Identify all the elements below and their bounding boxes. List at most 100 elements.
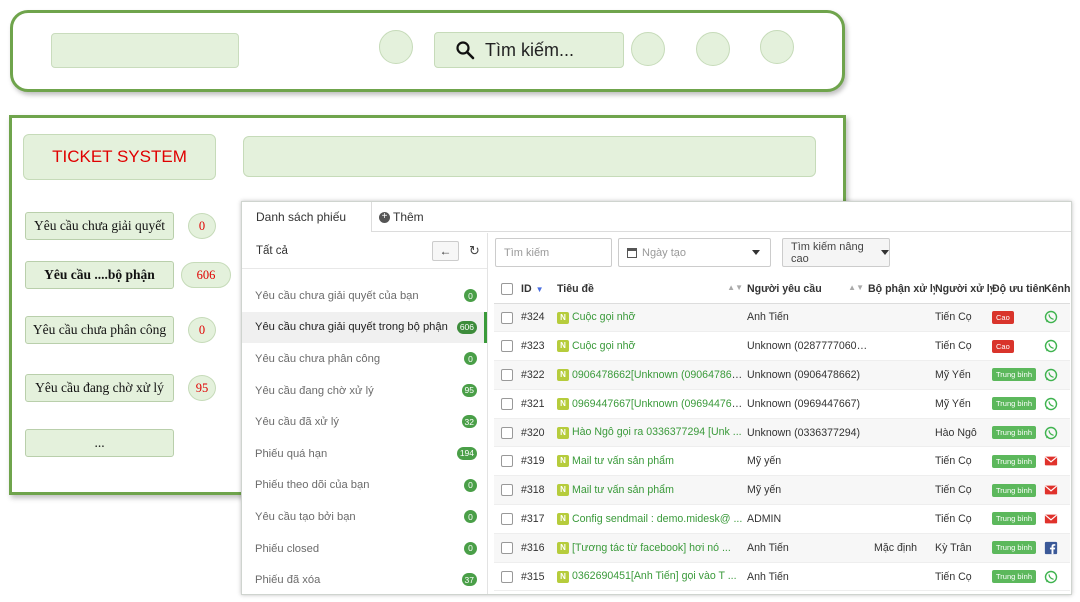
toolbar-placeholder [243,136,816,177]
back-button[interactable]: ← [432,241,459,261]
tab-ticket-list[interactable]: Danh sách phiếu [242,202,372,232]
mock-item-pending[interactable]: Yêu cầu đang chờ xử lý [25,374,174,402]
search-label: Tìm kiếm... [485,39,574,60]
priority-cell: Trung bình [992,562,1044,592]
select-all-checkbox[interactable] [494,275,521,304]
row-checkbox[interactable] [494,331,521,362]
sidebar-nav-item[interactable]: Yêu cầu chưa giải quyết trong bộ phận 606 [242,311,487,344]
table-row[interactable]: #317 N Config sendmail : demo.midesk@ ... A… [494,504,1070,534]
ticket-title-link[interactable]: Hào Ngô gọi ra 0336377294 [Unk ... [572,426,742,438]
ticket-title-link[interactable]: 0906478662[Unknown (0906478662 ... [572,369,747,381]
sidebar-nav-item[interactable]: Yêu cầu chưa giải quyết của bạn 0 [242,280,487,312]
row-checkbox[interactable] [494,533,521,563]
date-created-select[interactable]: Ngày tạo [618,238,771,267]
column-header-id[interactable]: ID ▼ [521,275,557,304]
header-icon-placeholder[interactable] [760,30,794,64]
sidebar-nav-item[interactable]: Phiếu theo dõi của bạn 0 [242,470,487,502]
whatsapp-icon [1044,339,1058,353]
ticket-department [868,562,935,592]
sidebar-nav-item[interactable]: Phiếu quá hạn 194 [242,438,487,470]
column-header-channel[interactable]: Kênh [1044,275,1070,304]
count-badge: 606 [456,320,477,334]
table-row[interactable]: #321 N 0969447667[Unknown (0969447667 ... U… [494,389,1070,419]
column-header-requester[interactable]: Người yêu cầu ▲▼ [747,275,868,304]
ticket-title-cell[interactable]: N Hào Ngô gọi ra 0336377294 [Unk ... [557,418,747,448]
ticket-department [868,303,935,333]
mock-item-unassigned[interactable]: Yêu cầu chưa phân công [25,316,174,344]
filter-bar: Tìm kiếm Ngày tạo Tìm kiếm nâng cao [495,238,1065,268]
mock-item-department[interactable]: Yêu cầu ....bộ phận [25,261,174,289]
priority-badge: Trung bình [992,368,1036,382]
ticket-department [868,446,935,477]
ticket-title-link[interactable]: Config sendmail : demo.midesk@ ... [572,513,742,525]
table-row[interactable]: #315 N 0362690451[Anh Tiến] gọi vào T ... A… [494,562,1070,592]
advanced-search-button[interactable]: Tìm kiếm nâng cao [782,238,890,267]
table-row[interactable]: #316 N [Tương tác từ facebook] hơi nó ... A… [494,533,1070,563]
row-checkbox[interactable] [494,562,521,592]
row-checkbox[interactable] [494,446,521,477]
ticket-title-cell[interactable]: N Cuộc gọi nhỡ [557,331,747,362]
row-checkbox[interactable] [494,418,521,448]
column-header-title[interactable]: Tiêu đề ▲▼ [557,275,747,304]
ticket-title-link[interactable]: Mail tư vấn sản phẩm [572,484,674,496]
whatsapp-icon [1044,368,1058,382]
column-header-handler[interactable]: Người xử lý [935,275,992,304]
sidebar-nav-item[interactable]: Phiếu đã xóa 37 [242,564,487,594]
mail-icon [1044,456,1058,466]
ticket-title-cell[interactable]: N 0362690451[Anh Tiến] gọi vào T ... [557,562,747,592]
ticket-id: #320 [521,418,557,448]
ticket-title-cell[interactable]: N 0969447667[Unknown (0969447667 ... [557,389,747,419]
table-row[interactable]: #318 N Mail tư vấn sản phẩm Mỹ yến Tiến Cọ Tr… [494,475,1070,506]
table-row[interactable]: #324 N Cuộc gọi nhỡ Anh Tiến Tiến Cọ Cao [494,303,1070,333]
sidebar-nav-item[interactable]: Yêu cầu chưa phân công 0 [242,343,487,375]
ticket-title-cell[interactable]: N Cuộc gọi nhỡ [557,303,747,333]
sidebar-nav-item[interactable]: Yêu cầu đang chờ xử lý 95 [242,375,487,407]
ticket-title-cell[interactable]: N 0906478662[Unknown (0906478662 ... [557,360,747,390]
sidebar-nav-label: Yêu cầu tạo bởi bạn [255,510,356,523]
advanced-search-label: Tìm kiếm nâng cao [791,240,864,265]
count-badge: 95 [461,383,477,397]
ticket-title-cell[interactable]: N Config sendmail : demo.midesk@ ... [557,504,747,534]
table-row[interactable]: #320 N Hào Ngô gọi ra 0336377294 [Unk ... U… [494,418,1070,448]
table-row[interactable]: #323 N Cuộc gọi nhỡ Unknown (02877770609 ..… [494,331,1070,362]
row-checkbox[interactable] [494,475,521,506]
ticket-title-link[interactable]: Cuộc gọi nhỡ [572,311,636,323]
tab-add[interactable]: + Thêm [379,202,424,232]
mock-count-badge: 0 [188,213,216,239]
search-button[interactable]: Tìm kiếm... [434,32,624,68]
ticket-title-cell[interactable]: N Mail tư vấn sản phẩm [557,475,747,506]
search-input[interactable]: Tìm kiếm [495,238,612,267]
channel-cell [1044,331,1070,362]
mock-item-more[interactable]: ... [25,429,174,457]
ticket-title-link[interactable]: [Tương tác từ facebook] hơi nó ... [572,542,731,554]
column-header-priority[interactable]: Độ ưu tiên [992,275,1044,304]
header-icon-placeholder[interactable] [379,30,413,64]
table-row[interactable]: #319 N Mail tư vấn sản phẩm Mỹ yến Tiến Cọ Tr… [494,446,1070,477]
row-checkbox[interactable] [494,303,521,333]
sidebar-nav-item[interactable]: Yêu cầu đã xử lý 32 [242,406,487,438]
top-header-mockup: Tìm kiếm... [10,10,845,92]
ticket-system-logo: TICKET SYSTEM [23,134,216,180]
ticket-title-cell[interactable]: N [Tương tác từ facebook] hơi nó ... [557,533,747,563]
sidebar-nav-item[interactable]: Yêu cầu tạo bởi bạn 0 [242,501,487,533]
ticket-requester: Anh Tiến [747,303,868,333]
new-badge: N [557,340,569,353]
sidebar-nav-item[interactable]: Phiếu closed 0 [242,533,487,565]
mock-item-unresolved[interactable]: Yêu cầu chưa giải quyết [25,212,174,240]
refresh-icon[interactable]: ↻ [469,243,480,259]
priority-badge: Cao [992,310,1014,324]
ticket-filter-sidebar: Tất cả ← ↻ Yêu cầu chưa giải quyết của b… [242,233,488,594]
ticket-title-link[interactable]: 0969447667[Unknown (0969447667 ... [572,398,747,410]
column-header-department[interactable]: Bộ phận xử lý [868,275,935,304]
ticket-title-link[interactable]: Mail tư vấn sản phẩm [572,455,674,467]
header-icon-placeholder[interactable] [631,32,665,66]
ticket-title-link[interactable]: 0362690451[Anh Tiến] gọi vào T ... [572,570,737,582]
header-icon-placeholder[interactable] [696,32,730,66]
ticket-title-link[interactable]: Cuộc gọi nhỡ [572,340,636,352]
row-checkbox[interactable] [494,360,521,390]
ticket-title-cell[interactable]: N Mail tư vấn sản phẩm [557,446,747,477]
row-checkbox[interactable] [494,389,521,419]
count-badge: 194 [456,446,477,460]
row-checkbox[interactable] [494,504,521,534]
table-row[interactable]: #322 N 0906478662[Unknown (0906478662 ... U… [494,360,1070,390]
